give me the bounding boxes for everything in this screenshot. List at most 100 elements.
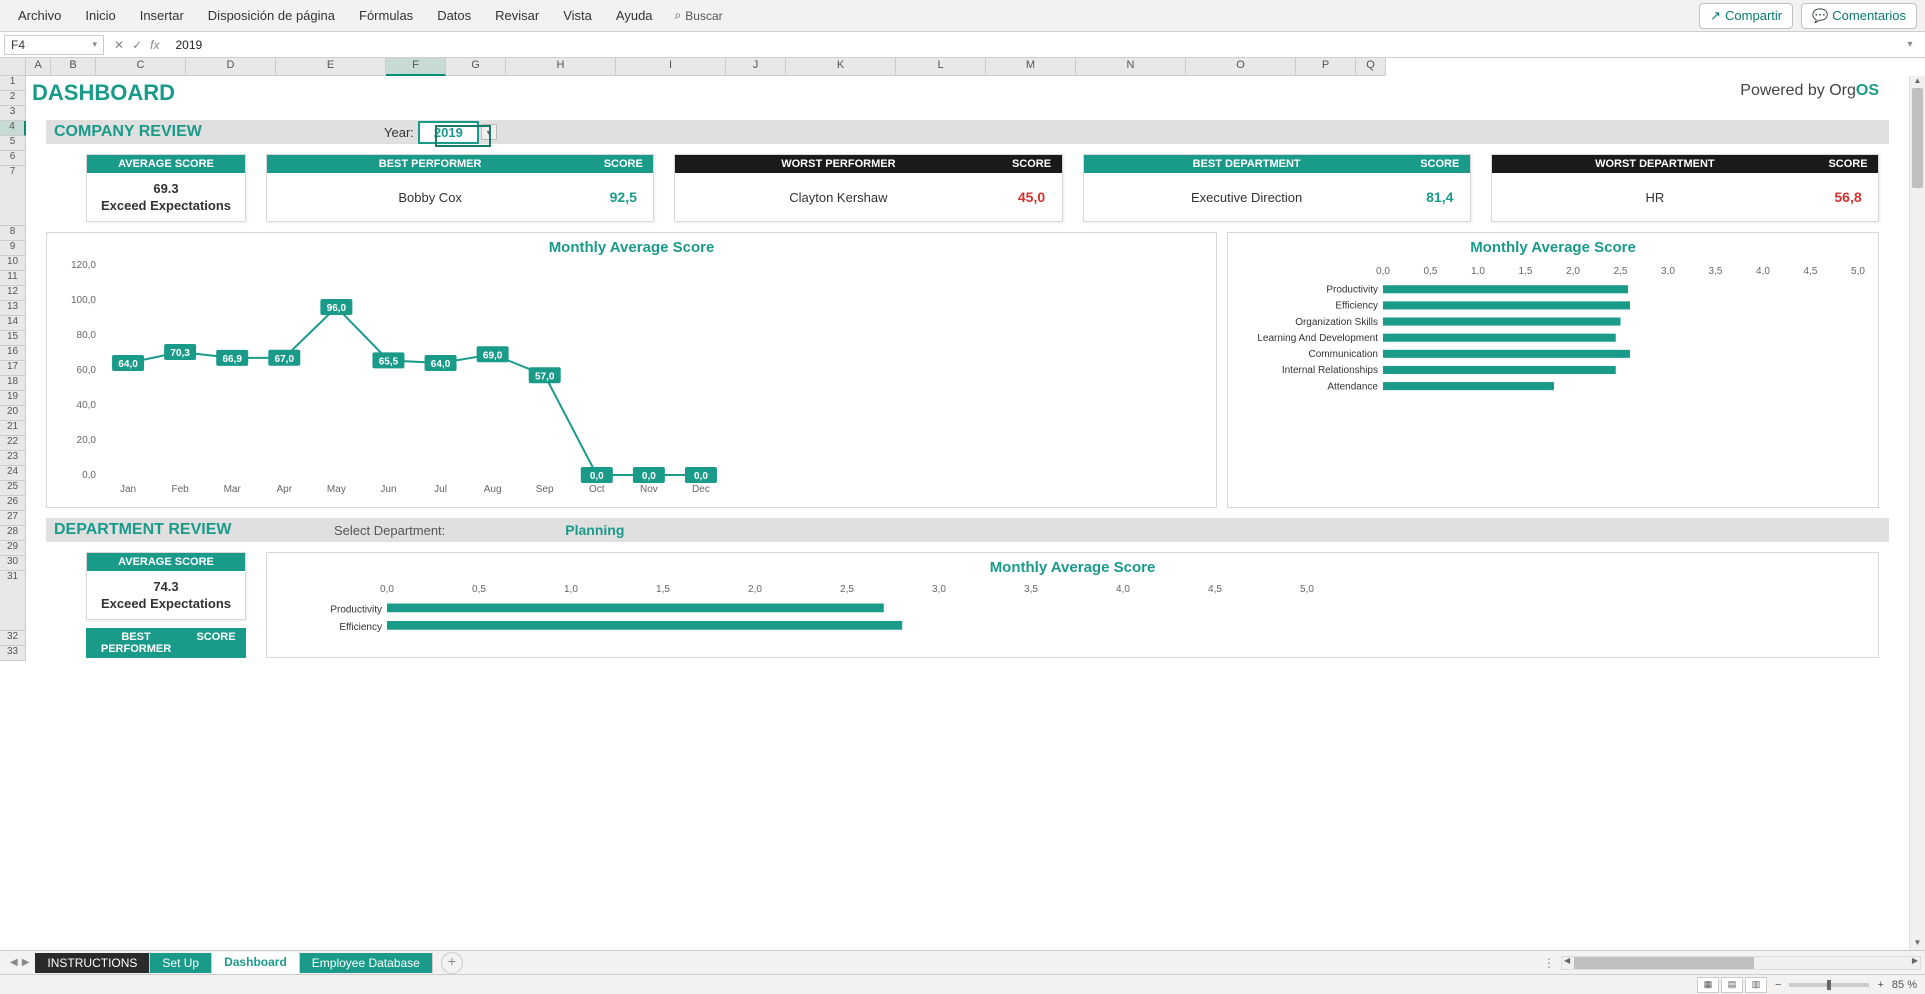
view-normal-icon[interactable]: ▦ [1697,977,1719,993]
svg-text:5,0: 5,0 [1851,266,1865,277]
row-header-16[interactable]: 16 [0,346,26,361]
column-header-J[interactable]: J [726,58,786,76]
row-header-20[interactable]: 20 [0,406,26,421]
zoom-slider[interactable] [1789,983,1869,987]
column-header-C[interactable]: C [96,58,186,76]
column-header-N[interactable]: N [1076,58,1186,76]
row-header-2[interactable]: 2 [0,91,26,106]
column-header-D[interactable]: D [186,58,276,76]
row-header-7[interactable]: 7 [0,166,26,226]
dept-selected[interactable]: Planning [445,520,744,540]
row-header-18[interactable]: 18 [0,376,26,391]
row-header-23[interactable]: 23 [0,451,26,466]
column-header-H[interactable]: H [506,58,616,76]
accept-icon[interactable]: ✓ [132,38,142,52]
cancel-icon[interactable]: ✕ [114,38,124,52]
share-button[interactable]: ↗ Compartir [1699,3,1793,29]
row-header-13[interactable]: 13 [0,301,26,316]
row-header-8[interactable]: 8 [0,226,26,241]
scroll-up-icon[interactable]: ▲ [1910,76,1925,88]
add-sheet-button[interactable]: + [441,952,463,974]
row-header-5[interactable]: 5 [0,136,26,151]
column-header-M[interactable]: M [986,58,1076,76]
tab-employee-db[interactable]: Employee Database [300,953,433,973]
row-header-4[interactable]: 4 [0,121,26,136]
ribbon-tab-inicio[interactable]: Inicio [75,2,125,29]
row-header-22[interactable]: 22 [0,436,26,451]
row-header-24[interactable]: 24 [0,466,26,481]
ribbon-tab-vista[interactable]: Vista [553,2,602,29]
column-header-K[interactable]: K [786,58,896,76]
ribbon-tab-revisar[interactable]: Revisar [485,2,549,29]
scroll-down-icon[interactable]: ▼ [1910,938,1925,950]
ribbon-tab-archivo[interactable]: Archivo [8,2,71,29]
ribbon-tab-datos[interactable]: Datos [427,2,481,29]
zoom-value[interactable]: 85 % [1892,979,1917,991]
view-page-icon[interactable]: ▤ [1721,977,1743,993]
row-header-32[interactable]: 32 [0,631,26,646]
tab-instructions[interactable]: INSTRUCTIONS [35,953,150,973]
tab-dashboard[interactable]: Dashboard [212,952,300,974]
row-header-17[interactable]: 17 [0,361,26,376]
svg-text:1,0: 1,0 [1471,266,1485,277]
row-header-15[interactable]: 15 [0,331,26,346]
row-header-14[interactable]: 14 [0,316,26,331]
hscroll-thumb[interactable] [1574,957,1754,969]
column-header-O[interactable]: O [1186,58,1296,76]
column-header-E[interactable]: E [276,58,386,76]
ribbon-search[interactable]: ⌕ Buscar [667,2,731,29]
row-header-11[interactable]: 11 [0,271,26,286]
row-header-33[interactable]: 33 [0,646,26,661]
tab-setup[interactable]: Set Up [150,953,212,973]
row-header-1[interactable]: 1 [0,76,26,91]
row-header-12[interactable]: 12 [0,286,26,301]
column-header-L[interactable]: L [896,58,986,76]
ribbon-tab-ayuda[interactable]: Ayuda [606,2,663,29]
formula-input[interactable] [169,35,1893,55]
column-header-P[interactable]: P [1296,58,1356,76]
row-header-3[interactable]: 3 [0,106,26,121]
year-dropdown-icon[interactable]: ▾ [481,124,497,140]
scroll-thumb[interactable] [1912,88,1923,188]
row-header-26[interactable]: 26 [0,496,26,511]
tab-next-icon[interactable]: ▶ [22,957,30,968]
hbar-chart-box[interactable]: Monthly Average Score 0,00,51,01,52,02,5… [1227,232,1879,508]
row-header-9[interactable]: 9 [0,241,26,256]
row-header-30[interactable]: 30 [0,556,26,571]
name-box[interactable]: F4 ▾ [4,35,104,55]
row-header-28[interactable]: 28 [0,526,26,541]
tab-prev-icon[interactable]: ◀ [10,957,18,968]
row-header-19[interactable]: 19 [0,391,26,406]
row-header-25[interactable]: 25 [0,481,26,496]
year-value[interactable]: 2019 [418,121,479,144]
column-header-F[interactable]: F [386,58,446,76]
row-header-27[interactable]: 27 [0,511,26,526]
line-chart-box[interactable]: Monthly Average Score 0,020,040,060,080,… [46,232,1217,508]
row-header-10[interactable]: 10 [0,256,26,271]
column-header-G[interactable]: G [446,58,506,76]
formula-expand[interactable]: ▾ [1899,39,1921,50]
row-header-31[interactable]: 31 [0,571,26,631]
dept-hbar-chart-box[interactable]: Monthly Average Score 0,00,51,01,52,02,5… [266,552,1879,658]
zoom-in-icon[interactable]: + [1877,979,1883,991]
column-header-A[interactable]: A [26,58,51,76]
zoom-out-icon[interactable]: − [1775,979,1781,991]
chevron-down-icon[interactable]: ▾ [92,39,97,50]
column-header-I[interactable]: I [616,58,726,76]
column-header-Q[interactable]: Q [1356,58,1386,76]
vertical-scrollbar[interactable]: ▲ ▼ [1909,76,1925,950]
ribbon-tab-formulas[interactable]: Fórmulas [349,2,423,29]
sheet-content[interactable]: DASHBOARD Powered by OrgOS COMPANY REVIE… [26,76,1909,950]
horizontal-scrollbar[interactable]: ◀ ▶ [1561,956,1921,970]
ribbon-tab-insertar[interactable]: Insertar [130,2,194,29]
row-header-21[interactable]: 21 [0,421,26,436]
tab-menu-icon[interactable]: ⋮ [1543,956,1555,970]
view-break-icon[interactable]: ▥ [1745,977,1767,993]
fx-label[interactable]: fx [150,38,159,52]
comments-button[interactable]: 💬 Comentarios [1801,3,1917,29]
row-header-6[interactable]: 6 [0,151,26,166]
row-header-29[interactable]: 29 [0,541,26,556]
ribbon-tab-disposicion[interactable]: Disposición de página [198,2,345,29]
column-header-B[interactable]: B [51,58,96,76]
svg-text:Feb: Feb [172,484,190,495]
